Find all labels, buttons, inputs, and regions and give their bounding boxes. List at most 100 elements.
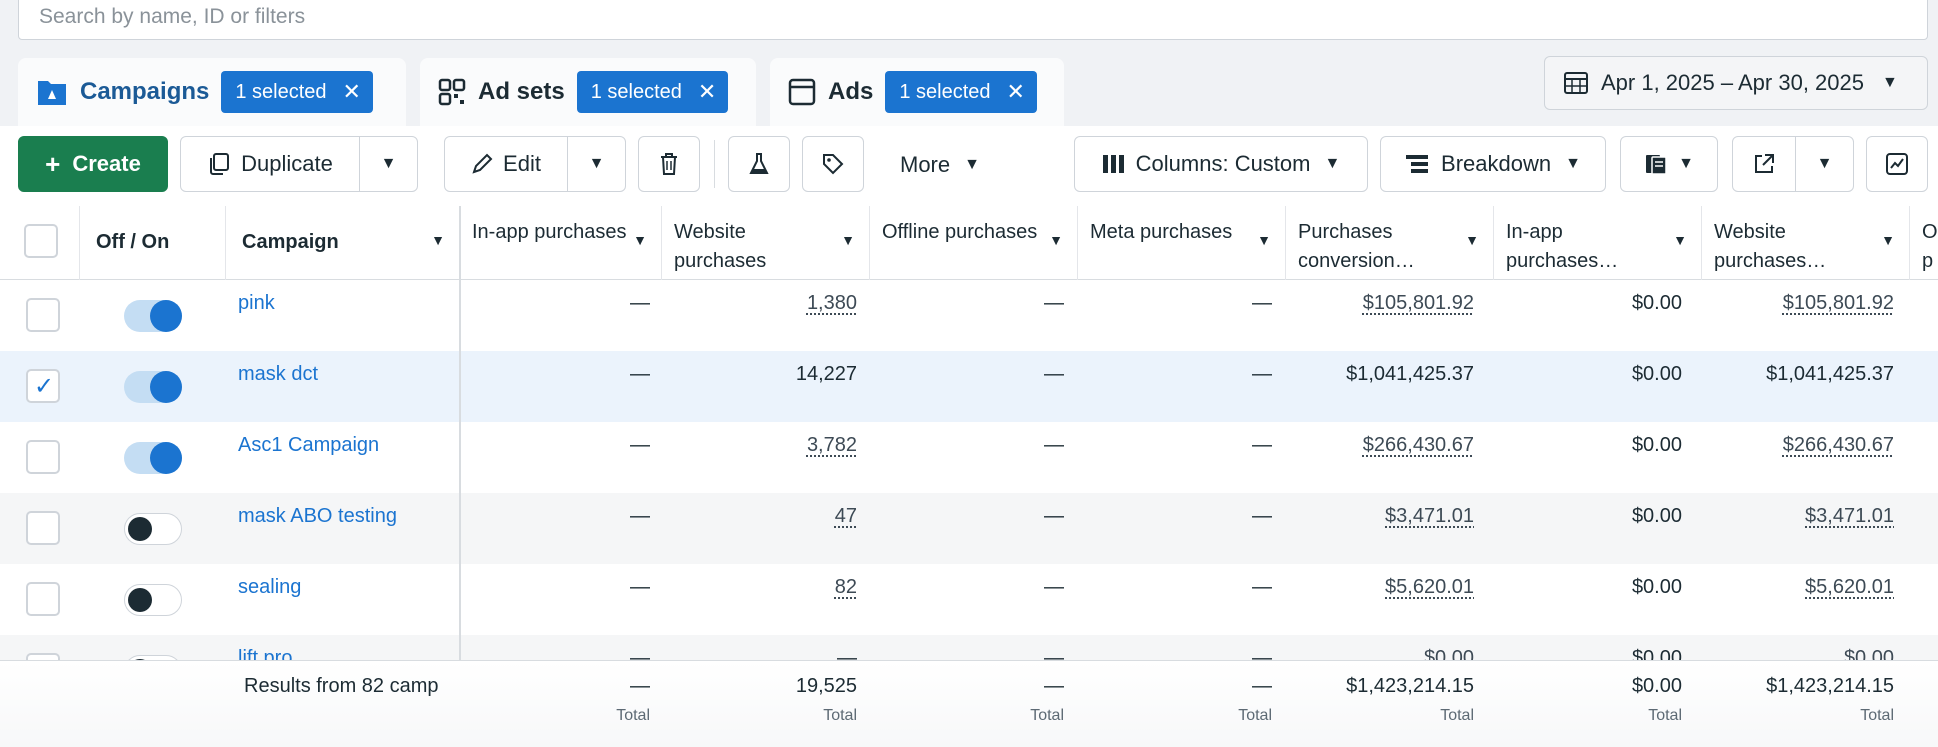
metric-cell[interactable]: $3,471.01: [1805, 505, 1894, 528]
sort-chevron-icon[interactable]: ▼: [1049, 232, 1063, 248]
breakdown-button[interactable]: Breakdown ▼: [1380, 136, 1606, 192]
search-input[interactable]: Search by name, ID or filters: [18, 0, 1928, 40]
table-row[interactable]: Asc1 Campaign — 3,782 — — $266,430.67 $0.00 $26…: [0, 422, 1938, 493]
metric-cell[interactable]: $5,620.01: [1805, 576, 1894, 599]
clear-campaigns-selection-icon[interactable]: ✕: [343, 79, 361, 105]
sort-chevron-icon[interactable]: ▼: [633, 232, 647, 248]
metric-cell: —: [1252, 576, 1272, 598]
duplicate-button[interactable]: Duplicate: [181, 151, 359, 177]
row-checkbox[interactable]: ✓: [26, 369, 60, 403]
clear-ad-sets-selection-icon[interactable]: ✕: [698, 79, 716, 105]
toolbar-divider: [714, 140, 715, 188]
sort-chevron-icon[interactable]: ▼: [1465, 232, 1479, 248]
tab-ads[interactable]: Ads 1 selected ✕: [770, 58, 1064, 126]
header-website-purchases-value[interactable]: Website purchases… ▼: [1702, 206, 1910, 280]
header-purchases-conversion-value[interactable]: Purchases conversion… ▼: [1286, 206, 1494, 280]
campaigns-selected-pill[interactable]: 1 selected ✕: [221, 71, 373, 113]
metric-cell[interactable]: $105,801.92: [1783, 292, 1894, 315]
sort-chevron-icon[interactable]: ▼: [1257, 232, 1271, 248]
reports-button[interactable]: ▼: [1620, 136, 1718, 192]
clear-ads-selection-icon[interactable]: ✕: [1007, 79, 1025, 105]
window-icon: [788, 78, 816, 106]
header-meta-purchases[interactable]: Meta purchases ▼: [1078, 206, 1286, 280]
row-checkbox[interactable]: [26, 511, 60, 545]
row-checkbox[interactable]: [26, 298, 60, 332]
create-button[interactable]: + Create: [18, 136, 168, 192]
metric-cell[interactable]: $3,471.01: [1385, 505, 1474, 528]
charts-button[interactable]: [1866, 136, 1928, 192]
metric-cell[interactable]: $5,620.01: [1385, 576, 1474, 599]
total-label: Total: [1030, 707, 1064, 724]
metric-cell: $0.00: [1631, 505, 1682, 527]
metric-cell[interactable]: 3,782: [807, 434, 857, 457]
chevron-down-icon: ▼: [1816, 155, 1833, 172]
campaign-status-toggle[interactable]: [124, 442, 182, 474]
date-range-picker[interactable]: Apr 1, 2025 – Apr 30, 2025 ▼: [1544, 56, 1928, 110]
chart-icon: [1886, 153, 1908, 175]
header-campaign[interactable]: Campaign ▼: [226, 206, 460, 280]
sort-chevron-icon[interactable]: ▼: [431, 232, 445, 248]
tab-campaigns[interactable]: Campaigns 1 selected ✕: [18, 58, 406, 126]
total-label: Total: [1238, 707, 1272, 724]
duplicate-button-group: Duplicate ▼: [180, 136, 418, 192]
metric-cell[interactable]: 47: [835, 505, 857, 528]
row-checkbox[interactable]: [26, 440, 60, 474]
more-button[interactable]: More ▼: [900, 152, 980, 178]
campaign-status-toggle[interactable]: [124, 584, 182, 616]
metric-cell: —: [630, 576, 650, 598]
ab-test-button[interactable]: [728, 136, 790, 192]
campaign-name-link[interactable]: pink: [238, 292, 275, 315]
export-dropdown[interactable]: ▼: [1795, 137, 1853, 191]
breakdown-icon: [1406, 155, 1429, 173]
edit-dropdown[interactable]: ▼: [567, 137, 625, 191]
select-all-checkbox[interactable]: [24, 224, 58, 258]
campaign-status-toggle[interactable]: [124, 300, 182, 332]
campaign-folder-icon: [38, 81, 66, 105]
metric-cell[interactable]: $266,430.67: [1363, 434, 1474, 457]
row-checkbox[interactable]: [26, 582, 60, 616]
columns-button[interactable]: Columns: Custom ▼: [1074, 136, 1368, 192]
metric-header-label: In-app purchases: [472, 221, 627, 243]
table-row[interactable]: sealing — 82 — — $5,620.01 $0.00 $5,620.01: [0, 564, 1938, 635]
total-value: $1,423,214.15: [1346, 675, 1474, 697]
ads-selected-pill[interactable]: 1 selected ✕: [885, 71, 1037, 113]
header-in-app-purchases-value[interactable]: In-app purchases… ▼: [1494, 206, 1702, 280]
table-row[interactable]: pink — 1,380 — — $105,801.92 $0.00 $105,801.92: [0, 280, 1938, 351]
campaign-name-link[interactable]: sealing: [238, 576, 301, 599]
sort-chevron-icon[interactable]: ▼: [1673, 232, 1687, 248]
header-website-purchases[interactable]: Website purchases ▼: [662, 206, 870, 280]
campaign-name-link[interactable]: mask ABO testing: [238, 505, 397, 528]
metric-header-label: Website purchases: [674, 221, 767, 272]
flask-icon: [749, 153, 769, 174]
metric-header-label: Meta purchases: [1090, 221, 1233, 243]
sort-chevron-icon[interactable]: ▼: [1881, 232, 1895, 248]
table-row[interactable]: ✓ mask dct — 14,227 — — $1,041,425.37 $0.00 $1,0…: [0, 351, 1938, 422]
edit-button[interactable]: Edit: [445, 151, 567, 177]
campaign-name-link[interactable]: mask dct: [238, 363, 318, 386]
tag-button[interactable]: [802, 136, 864, 192]
delete-button[interactable]: [638, 136, 700, 192]
checkmark-icon: ✓: [34, 373, 55, 400]
header-offline-purchases[interactable]: Offline purchases ▼: [870, 206, 1078, 280]
sort-chevron-icon[interactable]: ▼: [841, 232, 855, 248]
export-button[interactable]: [1733, 153, 1795, 175]
ads-selected-count: 1 selected: [899, 80, 991, 103]
calendar-icon: [1564, 72, 1588, 94]
table-row[interactable]: mask ABO testing — 47 — — $3,471.01 $0.00 $3,47…: [0, 493, 1938, 564]
tab-ad-sets[interactable]: Ad sets 1 selected ✕: [420, 58, 756, 126]
campaign-status-toggle[interactable]: [124, 513, 182, 545]
metric-cell: $0.00: [1631, 576, 1682, 598]
metric-cell[interactable]: 82: [835, 576, 857, 599]
ad-sets-selected-pill[interactable]: 1 selected ✕: [576, 71, 729, 113]
breakdown-button-label: Breakdown: [1441, 151, 1552, 176]
campaign-name-link[interactable]: Asc1 Campaign: [238, 434, 379, 457]
metric-cell[interactable]: $105,801.92: [1363, 292, 1474, 315]
header-partial-column[interactable]: O p: [1910, 206, 1938, 280]
metric-cell: $1,041,425.37: [1766, 363, 1894, 385]
metric-cell[interactable]: $266,430.67: [1783, 434, 1894, 457]
duplicate-dropdown[interactable]: ▼: [359, 137, 417, 191]
metric-cell[interactable]: 1,380: [807, 292, 857, 315]
header-in-app-purchases[interactable]: In-app purchases ▼: [460, 206, 662, 280]
campaign-status-toggle[interactable]: [124, 371, 182, 403]
metric-header-label: Offline purchases: [882, 221, 1038, 243]
